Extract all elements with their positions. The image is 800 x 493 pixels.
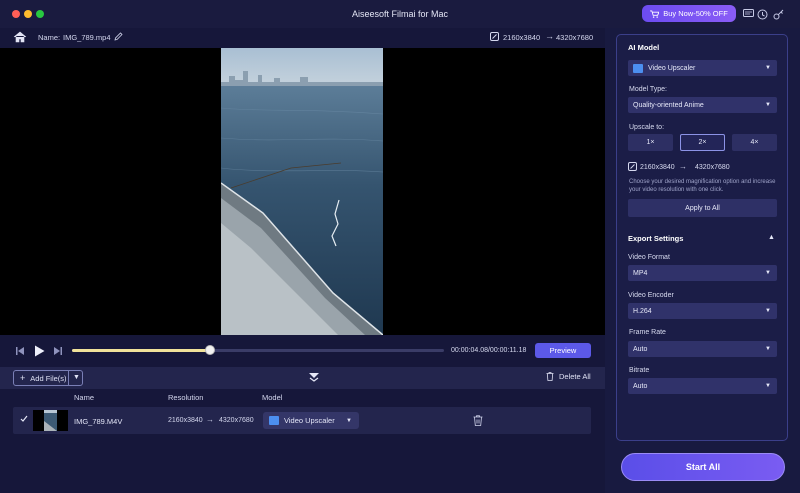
frame-rate-select[interactable]: Auto ▼ bbox=[628, 341, 777, 357]
buy-now-button[interactable]: Buy Now-50% OFF bbox=[642, 5, 736, 22]
apply-to-all-button[interactable]: Apply to All bbox=[628, 199, 777, 217]
video-format-select[interactable]: MP4 ▼ bbox=[628, 265, 777, 281]
skip-back-icon[interactable] bbox=[15, 346, 25, 356]
trash-icon[interactable] bbox=[473, 415, 483, 426]
upscale-label: Upscale to: bbox=[629, 124, 665, 131]
model-type-value: Quality-oriented Anime bbox=[633, 101, 704, 109]
chevron-down-icon[interactable]: ▼ bbox=[73, 374, 80, 381]
panel-source-resolution: 2160x3840 bbox=[640, 164, 675, 171]
delete-all-button[interactable]: Delete All bbox=[546, 372, 591, 381]
row-model-select[interactable]: Video Upscaler ▼ bbox=[263, 412, 359, 429]
preview-button[interactable]: Preview bbox=[535, 343, 591, 358]
ai-model-select[interactable]: Video Upscaler ▼ bbox=[628, 60, 777, 76]
history-icon[interactable] bbox=[755, 7, 769, 21]
buy-now-label: Buy Now-50% OFF bbox=[663, 9, 728, 18]
video-upscaler-icon bbox=[269, 416, 279, 425]
video-encoder-select[interactable]: H.264 ▼ bbox=[628, 303, 777, 319]
bitrate-label: Bitrate bbox=[629, 367, 650, 374]
chevron-down-icon: ▼ bbox=[346, 417, 352, 424]
video-frame-image bbox=[221, 48, 383, 335]
export-settings-title: Export Settings bbox=[628, 234, 684, 243]
video-format-label: Video Format bbox=[628, 254, 670, 261]
add-files-button[interactable]: + Add File(s) ▼ bbox=[13, 370, 83, 386]
scale-1x-button[interactable]: 1× bbox=[628, 134, 673, 151]
row-model-value: Video Upscaler bbox=[284, 416, 335, 425]
video-format-value: MP4 bbox=[633, 269, 648, 277]
bitrate-select[interactable]: Auto ▼ bbox=[628, 378, 777, 394]
home-icon[interactable] bbox=[13, 31, 27, 43]
arrow-right-icon: → bbox=[206, 415, 214, 424]
chevron-down-icon: ▼ bbox=[765, 308, 771, 314]
bitrate-value: Auto bbox=[633, 382, 648, 390]
chevron-down-icon: ▼ bbox=[765, 270, 771, 276]
file-list-toolbar bbox=[0, 367, 605, 389]
add-files-divider bbox=[68, 371, 69, 385]
chevron-down-icon: ▼ bbox=[765, 65, 771, 71]
target-resolution: 4320x7680 bbox=[556, 33, 594, 42]
chevron-up-icon[interactable]: ▲ bbox=[768, 234, 775, 241]
skip-forward-icon[interactable] bbox=[53, 346, 63, 356]
row-target-resolution: 4320x7680 bbox=[219, 417, 254, 424]
row-file-name: IMG_789.M4V bbox=[74, 417, 123, 426]
arrow-right-icon: → bbox=[679, 162, 687, 171]
model-type-select[interactable]: Quality-oriented Anime ▼ bbox=[628, 97, 777, 113]
ai-model-title: AI Model bbox=[628, 43, 660, 52]
cart-icon bbox=[650, 9, 660, 18]
source-resolution: 2160x3840 bbox=[503, 33, 541, 42]
chevron-down-icon: ▼ bbox=[765, 102, 771, 108]
play-icon[interactable] bbox=[34, 345, 45, 357]
column-header-name: Name bbox=[74, 393, 95, 402]
column-header-model: Model bbox=[262, 393, 283, 402]
trash-icon bbox=[546, 372, 554, 381]
checkmark-icon[interactable] bbox=[20, 415, 28, 423]
seek-progress bbox=[72, 349, 210, 352]
chevron-down-icon: ▼ bbox=[765, 346, 771, 352]
collapse-chevron-icon[interactable] bbox=[308, 372, 320, 382]
video-thumbnail bbox=[33, 410, 68, 431]
frame-rate-label: Frame Rate bbox=[629, 329, 666, 336]
scale-4x-button[interactable]: 4× bbox=[732, 134, 777, 151]
chat-icon[interactable] bbox=[741, 7, 755, 21]
ai-model-value: Video Upscaler bbox=[648, 64, 696, 72]
plus-icon: + bbox=[20, 373, 26, 383]
row-source-resolution: 2160x3840 bbox=[168, 417, 203, 424]
frame-rate-value: Auto bbox=[633, 345, 648, 353]
playback-time: 00:00:04.08/00:00:11.18 bbox=[451, 347, 527, 354]
name-label: Name: bbox=[38, 33, 61, 42]
scale-2x-button[interactable]: 2× bbox=[680, 134, 725, 151]
column-header-resolution: Resolution bbox=[168, 393, 204, 402]
resolution-icon bbox=[490, 32, 499, 41]
upscale-hint: Choose your desired magnification option… bbox=[629, 179, 776, 193]
edit-icon[interactable] bbox=[114, 32, 123, 41]
resolution-icon bbox=[628, 162, 637, 171]
model-type-label: Model Type: bbox=[629, 86, 668, 93]
chevron-down-icon: ▼ bbox=[765, 383, 771, 389]
video-upscaler-icon bbox=[633, 63, 643, 73]
key-icon[interactable] bbox=[771, 7, 785, 21]
video-encoder-value: H.264 bbox=[633, 307, 652, 315]
panel-target-resolution: 4320x7680 bbox=[695, 164, 730, 171]
video-encoder-label: Video Encoder bbox=[628, 292, 674, 299]
seek-handle[interactable] bbox=[204, 345, 215, 355]
arrow-right-icon: → bbox=[545, 31, 554, 41]
add-files-label: Add File(s) bbox=[30, 373, 67, 383]
file-name: IMG_789.mp4 bbox=[63, 33, 111, 42]
video-frame bbox=[221, 48, 383, 335]
start-all-button[interactable]: Start All bbox=[621, 453, 785, 481]
delete-all-label: Delete All bbox=[559, 372, 591, 381]
